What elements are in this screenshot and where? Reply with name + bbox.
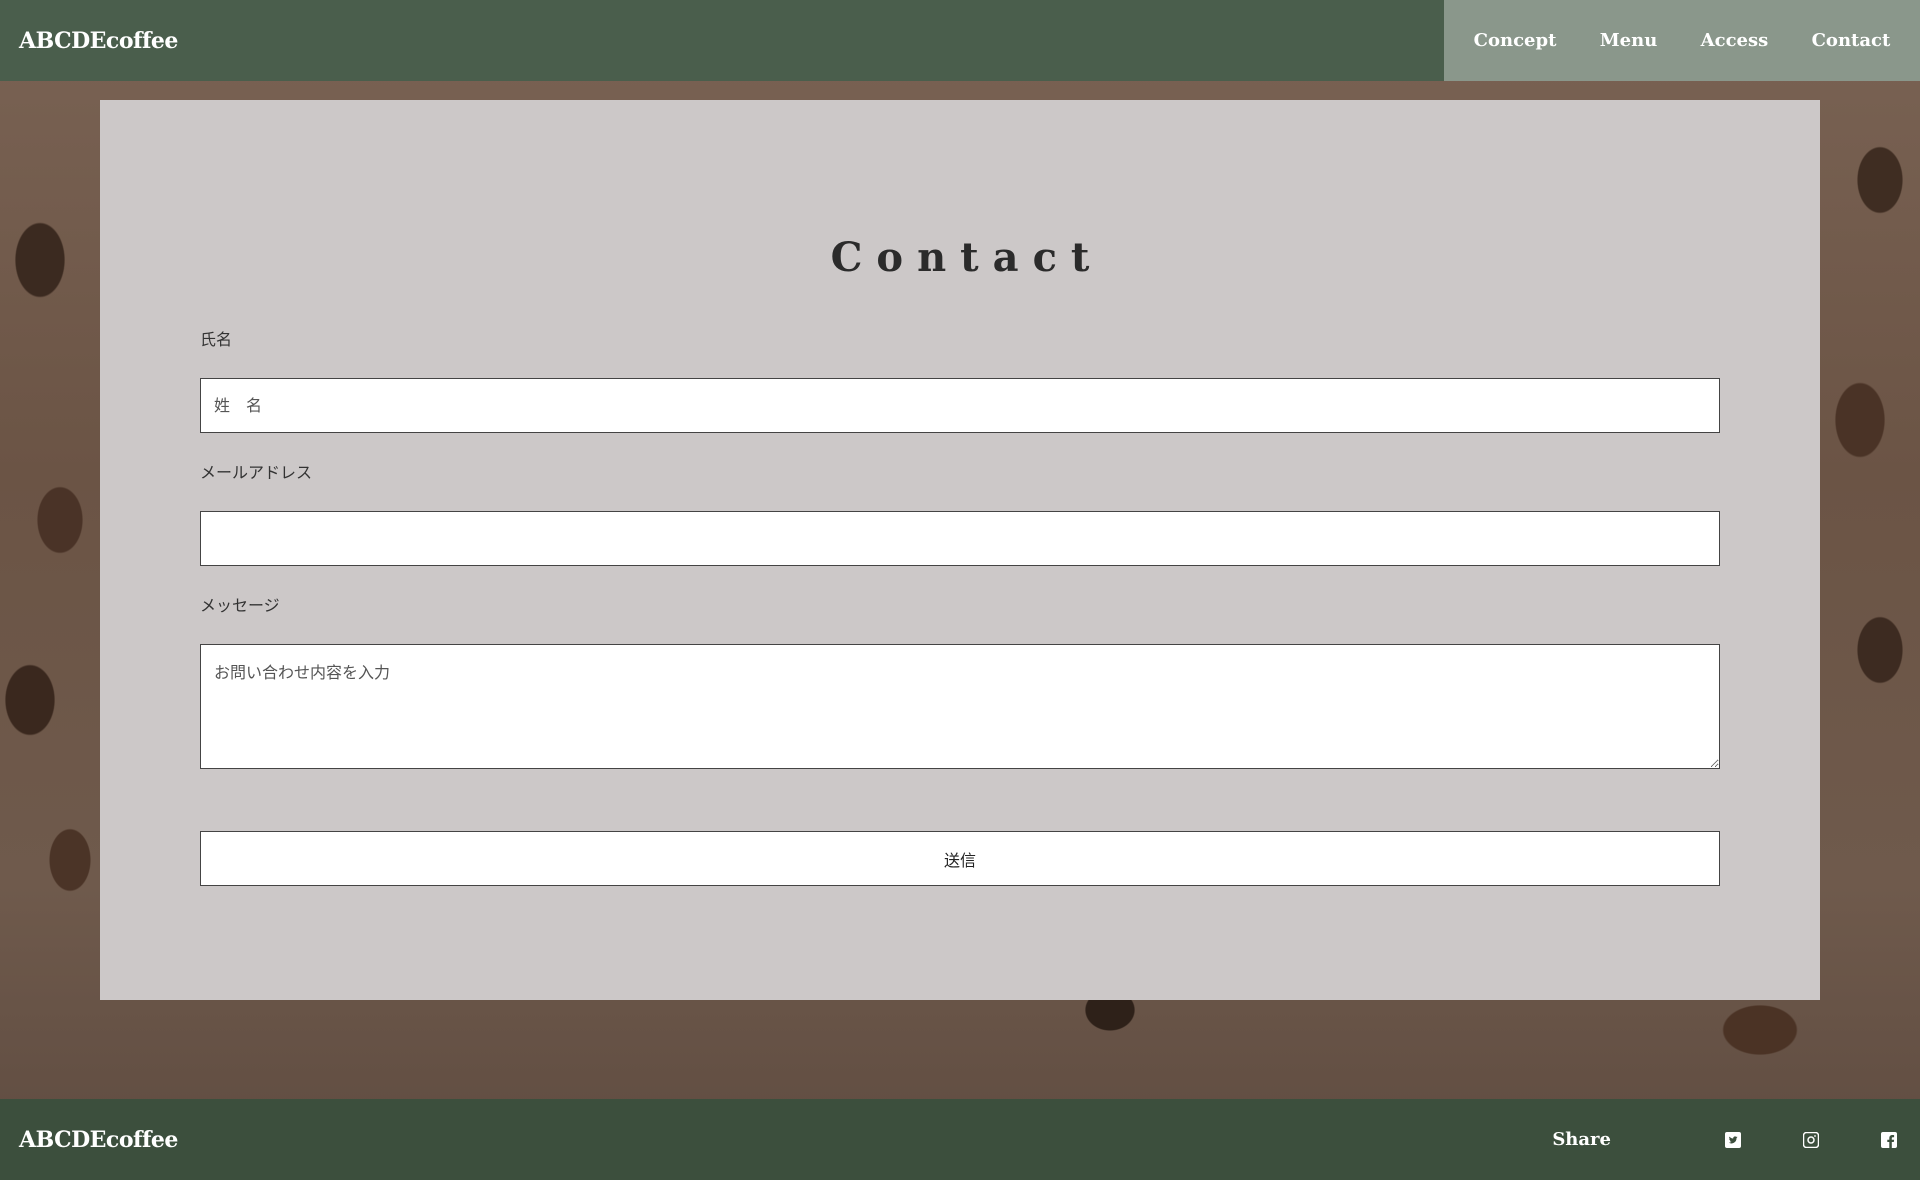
footer-logo[interactable]: ABCDEcoffee xyxy=(0,1127,178,1153)
page-title: Contact xyxy=(830,234,1104,281)
facebook-icon[interactable] xyxy=(1881,1131,1897,1148)
contact-form: 氏名 メールアドレス メッセージ 送信 xyxy=(200,326,1720,886)
instagram-icon[interactable] xyxy=(1803,1131,1819,1148)
site-header: ABCDEcoffee Concept Menu Access Contact xyxy=(0,0,1920,81)
site-logo[interactable]: ABCDEcoffee xyxy=(0,28,178,54)
share-label: Share xyxy=(1552,1129,1611,1150)
email-label: メールアドレス xyxy=(200,463,313,482)
submit-button[interactable]: 送信 xyxy=(200,831,1720,886)
contact-panel: Contact 氏名 メールアドレス メッセージ 送信 xyxy=(100,100,1820,1000)
message-label: メッセージ xyxy=(200,596,280,615)
site-footer: ABCDEcoffee Share xyxy=(0,1099,1920,1180)
email-input[interactable] xyxy=(200,511,1720,566)
nav-menu[interactable]: Menu xyxy=(1600,30,1658,51)
nav-contact[interactable]: Contact xyxy=(1812,30,1891,51)
name-input[interactable] xyxy=(200,378,1720,433)
nav-concept[interactable]: Concept xyxy=(1474,30,1557,51)
main-nav: Concept Menu Access Contact xyxy=(1444,0,1920,81)
twitter-icon[interactable] xyxy=(1725,1131,1741,1148)
nav-access[interactable]: Access xyxy=(1701,30,1769,51)
share-group: Share xyxy=(1552,1129,1920,1150)
name-label: 氏名 xyxy=(200,330,233,349)
message-textarea[interactable] xyxy=(200,644,1720,769)
